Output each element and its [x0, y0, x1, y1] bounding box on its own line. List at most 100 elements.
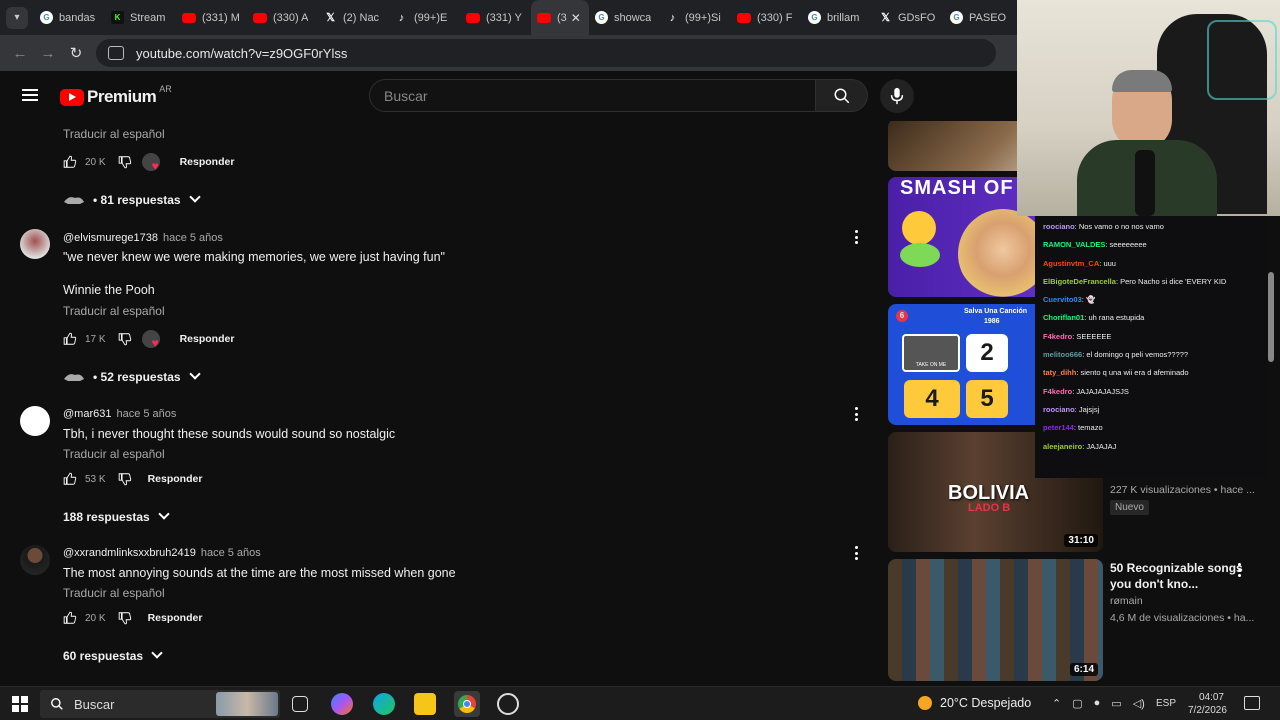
youtube-premium-logo[interactable]: Premium AR: [60, 84, 172, 107]
x-icon: 𝕏: [881, 12, 890, 24]
voice-search-button[interactable]: [880, 79, 914, 113]
smash-button-icon: [900, 243, 940, 267]
back-icon[interactable]: ←: [6, 45, 34, 62]
video-title[interactable]: 50 Recognizable songs you don't kno...: [1110, 560, 1250, 592]
replies-toggle[interactable]: • 52 respuestas: [63, 368, 201, 384]
chat-username: roociano: [1043, 404, 1075, 414]
comment-author[interactable]: @xxrandmlinksxxbruh2419 hace 5 años: [63, 547, 261, 559]
avatar[interactable]: [20, 229, 50, 259]
chat-text: uh rana estupida: [1088, 313, 1145, 323]
browser-tab[interactable]: Gbrillam: [802, 0, 873, 35]
creator-heart-avatar: ♥: [141, 330, 164, 350]
taskbar: Buscar 20°C Despejado ⌃ ▢ ● ▭ ◁) ESP 04:…: [0, 686, 1280, 720]
like-icon[interactable]: [63, 611, 77, 625]
more-actions-icon[interactable]: [855, 230, 859, 244]
chevron-down-icon: [158, 508, 170, 520]
youtube-icon: [537, 12, 551, 23]
browser-tab[interactable]: G PASEO: [944, 0, 1015, 35]
network-icon[interactable]: ▭: [1111, 697, 1121, 710]
chat-text: seeeeeeee: [1109, 240, 1147, 250]
more-actions-icon[interactable]: [855, 407, 859, 421]
replies-toggle[interactable]: 188 respuestas: [63, 508, 170, 524]
windows-start-icon[interactable]: [12, 696, 28, 712]
more-actions-icon[interactable]: [1238, 563, 1242, 577]
dislike-icon[interactable]: [118, 332, 132, 346]
taskbar-search[interactable]: Buscar: [40, 690, 280, 718]
search-input[interactable]: Buscar: [369, 79, 816, 112]
app-icon[interactable]: ▢: [1072, 697, 1082, 710]
scrollbar[interactable]: [1268, 272, 1274, 362]
comment-author[interactable]: @mar631 hace 5 años: [63, 408, 176, 420]
browser-tab[interactable]: (330) A: [247, 0, 318, 35]
translate-link[interactable]: Traducir al español: [63, 586, 165, 600]
microphone-icon[interactable]: ●: [1094, 697, 1101, 710]
chevron-up-icon[interactable]: ⌃: [1052, 697, 1061, 710]
avatar[interactable]: [20, 545, 50, 575]
edge-icon[interactable]: [373, 693, 395, 715]
browser-tab[interactable]: (330) F: [731, 0, 802, 35]
dislike-icon[interactable]: [118, 472, 132, 486]
search-button[interactable]: [816, 79, 868, 112]
tiktok-icon: ♪: [398, 11, 405, 24]
language-indicator[interactable]: ESP: [1156, 698, 1176, 709]
translate-link[interactable]: Traducir al español: [63, 304, 165, 318]
song-tile: 2: [966, 334, 1008, 372]
browser-tab[interactable]: ♪ (99+)E: [389, 0, 460, 35]
browser-tab[interactable]: ♪ (99+)Si: [660, 0, 731, 35]
browser-tab[interactable]: Gshowca: [589, 0, 660, 35]
like-icon[interactable]: [63, 332, 77, 346]
video-thumbnail[interactable]: 6:14: [888, 559, 1103, 681]
menu-icon[interactable]: [22, 89, 38, 101]
browser-tab[interactable]: (331) M: [176, 0, 247, 35]
like-icon[interactable]: [63, 472, 77, 486]
chrome-taskbar-button[interactable]: [454, 691, 480, 717]
copilot-icon[interactable]: [331, 693, 353, 715]
chat-text: Nos vamo o no nos vamo: [1078, 222, 1164, 231]
url-field[interactable]: youtube.com/watch?v=z9OGF0rYlss: [96, 39, 996, 67]
weather-widget[interactable]: 20°C Despejado: [918, 696, 1031, 710]
obs-icon[interactable]: [497, 693, 519, 715]
notifications-icon[interactable]: [1244, 696, 1260, 710]
task-view-icon[interactable]: [292, 696, 308, 712]
reply-button[interactable]: Responder: [148, 612, 203, 624]
browser-tab[interactable]: (3 ✕: [531, 0, 589, 35]
replies-count: 188 respuestas: [63, 510, 150, 524]
channel-name[interactable]: rømain: [1110, 595, 1143, 607]
tab-search-icon[interactable]: ▾: [6, 6, 28, 29]
chat-text: SEEEEEE: [1076, 331, 1112, 341]
reload-icon[interactable]: ↻: [62, 44, 90, 62]
reply-button[interactable]: Responder: [180, 333, 235, 345]
site-info-icon[interactable]: [108, 46, 124, 60]
replies-toggle[interactable]: 60 respuestas: [63, 647, 163, 663]
avatar[interactable]: [20, 406, 50, 436]
forward-icon[interactable]: →: [34, 45, 62, 62]
replies-count: 52 respuestas: [100, 370, 181, 384]
close-tab-icon[interactable]: ✕: [571, 11, 581, 25]
browser-tab[interactable]: K Stream: [105, 0, 176, 35]
reply-button[interactable]: Responder: [148, 473, 203, 485]
webcam-overlay: [1017, 0, 1280, 216]
search-highlight-image: [216, 692, 278, 716]
like-icon[interactable]: [63, 155, 77, 169]
volume-icon[interactable]: ◁): [1133, 697, 1145, 710]
dislike-icon[interactable]: [118, 611, 132, 625]
chat-message: roociano: Jajsjsj: [1043, 404, 1100, 414]
translate-link[interactable]: Traducir al español: [63, 127, 165, 141]
comment-author[interactable]: @elvismurege1738 hace 5 años: [63, 232, 223, 244]
browser-tab[interactable]: (331) Y: [460, 0, 531, 35]
dislike-icon[interactable]: [118, 155, 132, 169]
replies-toggle[interactable]: • 81 respuestas: [63, 191, 201, 207]
weather-text: 20°C Despejado: [940, 696, 1032, 710]
clock[interactable]: 04:07 7/2/2026: [1188, 691, 1227, 717]
translate-link[interactable]: Traducir al español: [63, 447, 165, 461]
tabs: Gbandas K Stream (331) M (330) A 𝕏 (2) Nac ♪ (99…: [34, 0, 1015, 35]
browser-tab[interactable]: Gbandas: [34, 0, 105, 35]
replies-count: 81 respuestas: [100, 193, 181, 207]
more-actions-icon[interactable]: [855, 546, 859, 560]
browser-tab[interactable]: 𝕏 (2) Nac: [318, 0, 389, 35]
chat-username: Cuervito03: [1043, 295, 1082, 305]
browser-tab[interactable]: 𝕏 GDsFO: [873, 0, 944, 35]
file-explorer-icon[interactable]: [414, 693, 436, 715]
reply-button[interactable]: Responder: [180, 156, 235, 168]
tab-title: (330) A: [273, 11, 309, 24]
